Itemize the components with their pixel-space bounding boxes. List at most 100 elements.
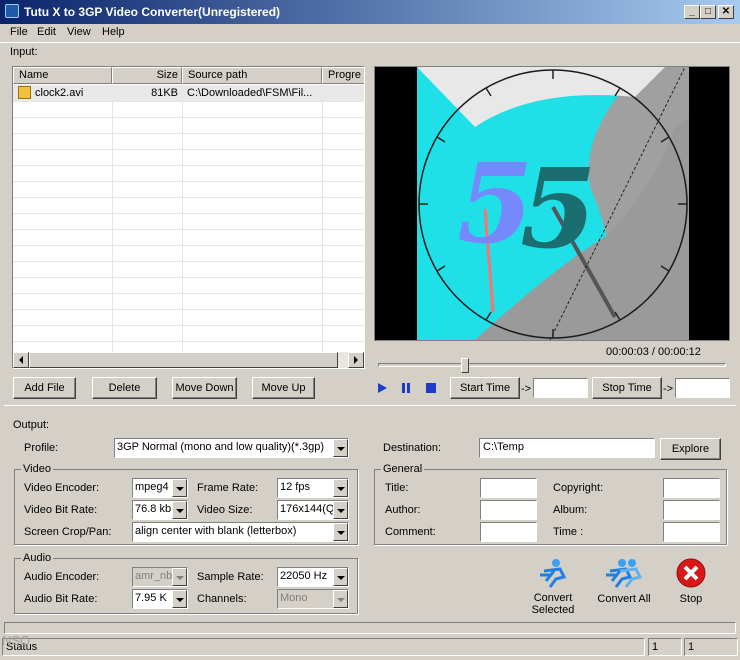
cell-size: 81KB <box>151 87 178 99</box>
pause-icon[interactable] <box>400 382 412 394</box>
stop-arrow: -> <box>663 383 674 395</box>
window-title: Tutu X to 3GP Video Converter(Unregister… <box>24 5 281 19</box>
menu-edit[interactable]: Edit <box>37 26 56 38</box>
play-icon[interactable] <box>376 382 388 394</box>
convert-selected-icon <box>540 559 567 588</box>
title-input[interactable] <box>480 478 537 498</box>
copyright-input[interactable] <box>663 478 720 498</box>
stop-time-button[interactable]: Stop Time <box>592 377 662 399</box>
frame-rate-label: Frame Rate: <box>197 482 259 494</box>
conversion-progress-bar <box>4 622 736 634</box>
audio-bitrate-select[interactable]: 7.95 K <box>132 589 188 609</box>
column-header-name[interactable]: Name <box>13 67 112 84</box>
title-label: Title: <box>385 482 409 494</box>
cell-name: clock2.avi <box>35 87 84 99</box>
sample-rate-label: Sample Rate: <box>197 571 264 583</box>
horizontal-scrollbar[interactable] <box>13 352 364 368</box>
general-group-label: General <box>381 463 425 475</box>
watermark-text: NSQ <box>2 633 31 648</box>
menu-help[interactable]: Help <box>102 26 125 38</box>
start-time-button[interactable]: Start Time <box>450 377 520 399</box>
title-bar: Tutu X to 3GP Video Converter(Unregister… <box>0 0 740 24</box>
table-row[interactable]: clock2.avi 81KB C:\Downloaded\FSM\Fil... <box>13 85 364 101</box>
stop-button[interactable]: Stop <box>666 557 716 607</box>
delete-button[interactable]: Delete <box>92 377 157 399</box>
author-label: Author: <box>385 504 421 516</box>
column-header-source-path[interactable]: Source path <box>182 67 322 84</box>
stop-time-input[interactable] <box>675 378 730 398</box>
menu-file[interactable]: File <box>10 26 28 38</box>
destination-input[interactable]: C:\Temp <box>479 438 655 458</box>
chevron-down-icon[interactable] <box>172 590 187 608</box>
chevron-down-icon[interactable] <box>333 479 348 497</box>
close-button[interactable]: ✕ <box>718 5 734 19</box>
copyright-label: Copyright: <box>553 482 604 494</box>
avi-file-icon <box>18 86 31 99</box>
profile-select[interactable]: 3GP Normal (mono and low quality)(*.3gp) <box>114 438 349 458</box>
start-arrow: -> <box>521 383 532 395</box>
convert-all-icon <box>606 559 643 588</box>
comment-label: Comment: <box>385 526 436 538</box>
author-input[interactable] <box>480 500 537 520</box>
time-label: Time : <box>553 526 584 538</box>
menu-view[interactable]: View <box>67 26 91 38</box>
chevron-down-icon[interactable] <box>333 501 348 519</box>
move-down-button[interactable]: Move Down <box>172 377 237 399</box>
chevron-down-icon[interactable] <box>333 439 348 457</box>
screen-crop-label: Screen Crop/Pan: <box>24 526 112 538</box>
scroll-left-icon[interactable] <box>13 352 29 368</box>
input-label: Input: <box>10 46 38 58</box>
video-encoder-label: Video Encoder: <box>24 482 100 494</box>
convert-selected-button[interactable]: Convert Selected <box>522 557 584 617</box>
audio-encoder-select: amr_nb <box>132 567 188 587</box>
cell-source-path: C:\Downloaded\FSM\Fil... <box>187 87 313 99</box>
file-list[interactable]: Name Size Source path Progre clock2.avi … <box>12 66 365 369</box>
video-encoder-select[interactable]: mpeg4 <box>132 478 188 498</box>
video-preview: 5 5 <box>374 66 730 341</box>
video-bitrate-select[interactable]: 76.8 kb <box>132 500 188 520</box>
comment-input[interactable] <box>480 522 537 542</box>
stop-playback-icon[interactable] <box>425 382 437 394</box>
audio-encoder-label: Audio Encoder: <box>24 571 100 583</box>
video-bitrate-label: Video Bit Rate: <box>24 504 98 516</box>
scroll-right-icon[interactable] <box>348 352 364 368</box>
album-input[interactable] <box>663 500 720 520</box>
video-frame: 5 5 <box>375 66 729 341</box>
chevron-down-icon <box>333 590 348 608</box>
seek-track[interactable] <box>378 363 726 367</box>
output-label: Output: <box>13 419 50 431</box>
chevron-down-icon[interactable] <box>172 501 187 519</box>
chevron-down-icon[interactable] <box>333 568 348 586</box>
audio-group-label: Audio <box>21 552 54 564</box>
seek-thumb[interactable] <box>461 358 469 373</box>
audio-bitrate-label: Audio Bit Rate: <box>24 593 98 605</box>
explore-button[interactable]: Explore <box>660 438 721 460</box>
status-cell-2: 1 <box>684 638 738 656</box>
maximize-button[interactable]: □ <box>700 5 716 19</box>
time-input[interactable] <box>663 522 720 542</box>
destination-label: Destination: <box>383 442 442 454</box>
column-header-progress[interactable]: Progre <box>322 67 364 84</box>
status-text: Status <box>2 638 645 656</box>
channels-label: Channels: <box>197 593 247 605</box>
video-size-select[interactable]: 176x144(Q <box>277 500 349 520</box>
convert-all-button[interactable]: Convert All <box>593 557 655 607</box>
minimize-button[interactable]: _ <box>684 5 700 19</box>
frame-rate-select[interactable]: 12 fps <box>277 478 349 498</box>
sample-rate-select[interactable]: 22050 Hz <box>277 567 349 587</box>
column-header-size[interactable]: Size <box>112 67 182 84</box>
chevron-down-icon[interactable] <box>333 523 348 541</box>
scroll-thumb[interactable] <box>29 352 338 368</box>
screen-crop-select[interactable]: align center with blank (letterbox) <box>132 522 349 542</box>
album-label: Album: <box>553 504 588 516</box>
profile-label: Profile: <box>24 442 59 454</box>
add-file-button[interactable]: Add File <box>13 377 76 399</box>
start-time-input[interactable] <box>533 378 588 398</box>
time-display: 00:00:03 / 00:00:12 <box>606 346 701 358</box>
chevron-down-icon <box>172 568 187 586</box>
chevron-down-icon[interactable] <box>172 479 187 497</box>
move-up-button[interactable]: Move Up <box>252 377 315 399</box>
stop-x-icon <box>676 558 706 588</box>
video-group-label: Video <box>21 463 53 475</box>
app-icon <box>5 4 19 18</box>
